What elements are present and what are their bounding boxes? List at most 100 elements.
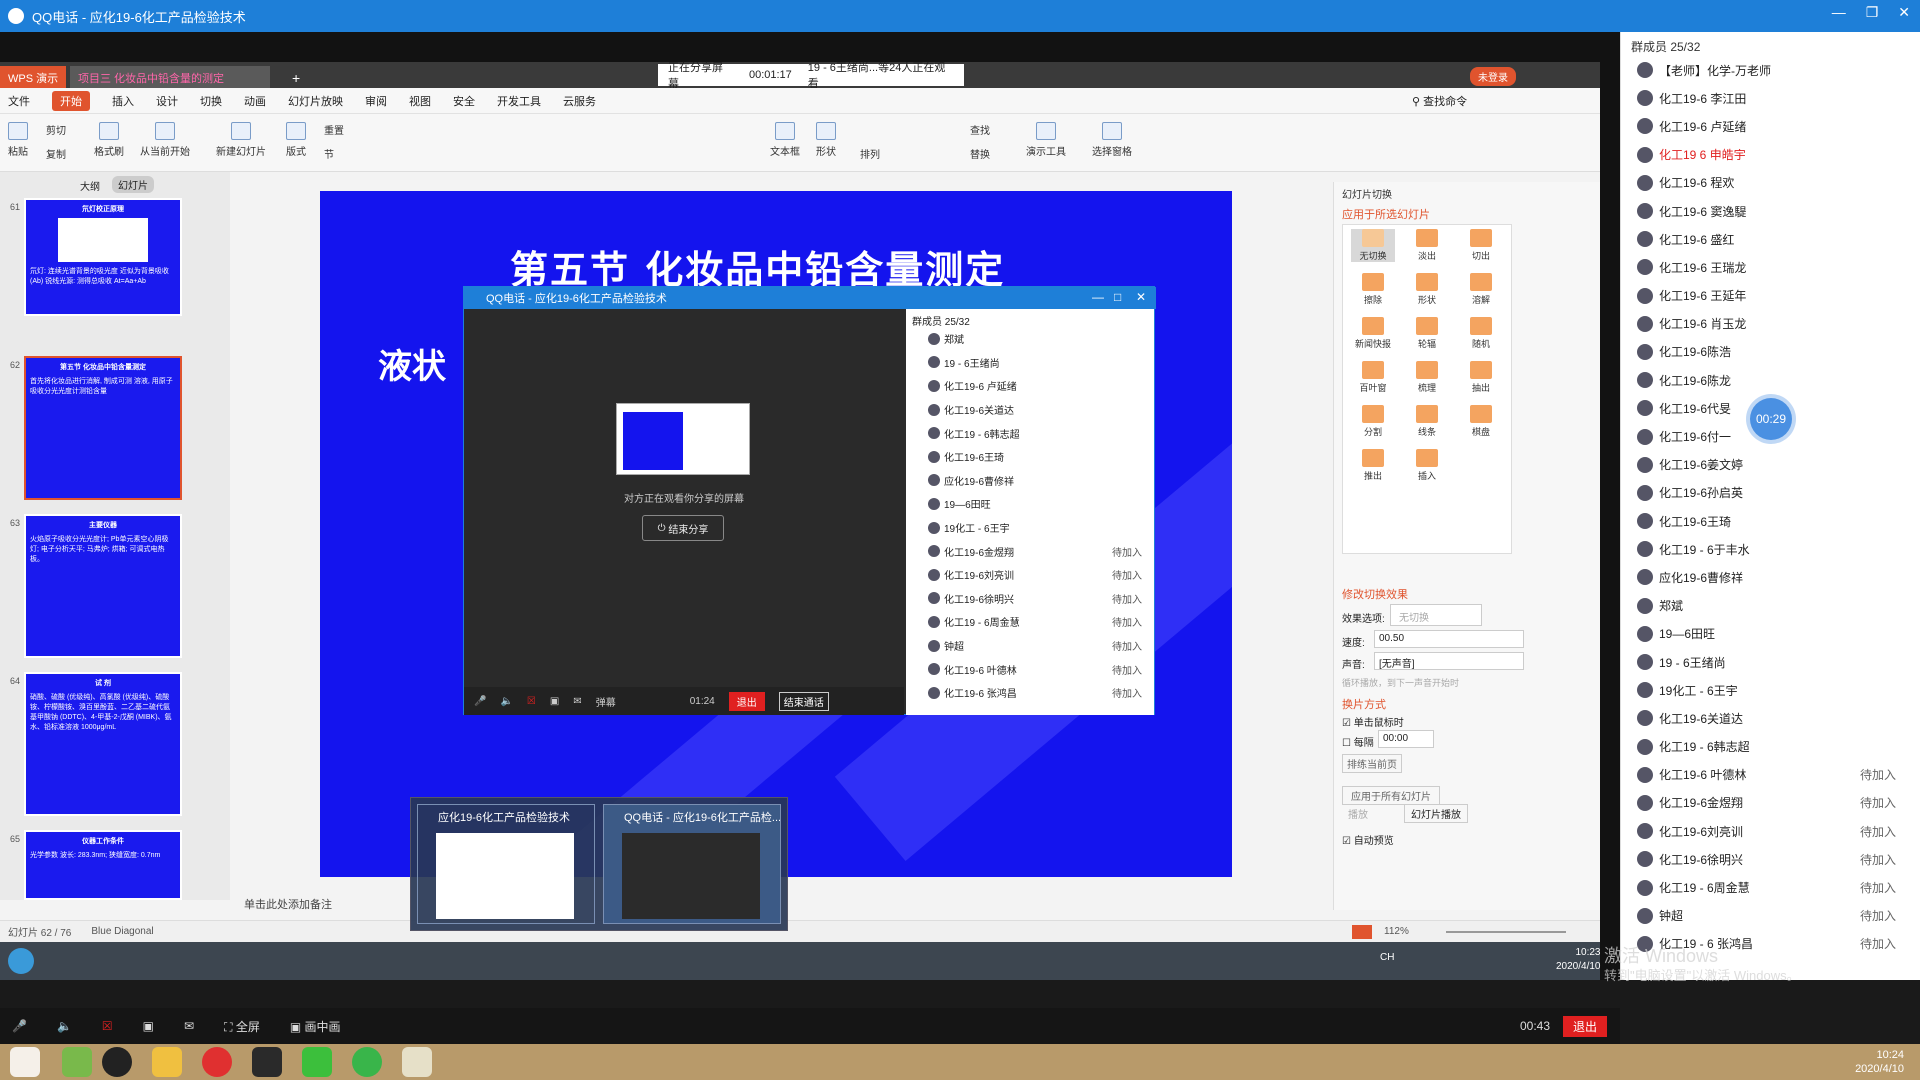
screen-share-icon[interactable]: ▣ [550,696,559,707]
popup-maximize-icon[interactable]: □ [1114,290,1121,304]
presentation-tools-button[interactable]: 演示工具 [1026,122,1066,158]
copy-button[interactable]: 复制 [46,146,66,161]
member-row[interactable]: 应化19-6曹修祥 [1621,563,1920,591]
popup-member-row[interactable]: 钟超 待加入 [906,634,1154,658]
menu-review[interactable]: 审阅 [365,93,387,109]
sound-select[interactable]: [无声音] [1374,652,1524,670]
transition-blinds[interactable]: 百叶窗 [1351,361,1395,394]
member-row[interactable]: 化工19-6徐明兴 待加入 [1621,845,1920,873]
mic-muted-icon[interactable]: 🎤 [12,1019,27,1033]
exit-call-button[interactable]: 退出 [1563,1016,1608,1037]
member-row[interactable]: 钟超 待加入 [1621,902,1920,930]
mic-icon[interactable]: 🎤 [474,696,486,707]
popup-member-row[interactable]: 化工19 - 6周金慧 待加入 [906,610,1154,634]
menu-view[interactable]: 视图 [409,93,431,109]
loop-checkbox-label[interactable]: 循环播放，到下一声音开始时 [1342,676,1459,689]
transition-lines[interactable]: 线条 [1405,405,1449,438]
transition-wipe[interactable]: 擦除 [1351,273,1395,306]
speaker-icon[interactable]: 🔈 [57,1019,72,1033]
popup-member-row[interactable]: 化工19-6金煜翔 待加入 [906,539,1154,563]
popup-member-row[interactable]: 应化19-6曹修祥 [906,469,1154,493]
popup-member-row[interactable]: 化工19-6刘亮训 待加入 [906,563,1154,587]
member-row[interactable]: 化工19-6金煜翔 待加入 [1621,789,1920,817]
menu-transition[interactable]: 切换 [200,93,222,109]
transition-none[interactable]: 无切换 [1351,229,1395,262]
browser-icon[interactable] [252,1047,282,1077]
classroom-icon[interactable] [402,1047,432,1077]
member-row[interactable]: 化工19-6 王延年 [1621,282,1920,310]
member-row[interactable]: 化工19-6 盛红 [1621,225,1920,253]
arrange-button[interactable]: 排列 [860,146,880,161]
find-button[interactable]: 查找 [970,122,990,137]
slideshow-button[interactable]: 幻灯片播放 [1404,804,1468,823]
member-row[interactable]: 19化工 - 6王宇 [1621,676,1920,704]
popup-exit-button[interactable]: 退出 [728,691,765,711]
danmu-toggle[interactable]: 弹幕 [596,694,616,709]
member-row[interactable]: 化工19-6陈龙 [1621,366,1920,394]
popup-member-row[interactable]: 化工19-6 叶德林 待加入 [906,657,1154,681]
member-row[interactable]: 化工19-6孙启英 [1621,479,1920,507]
file-explorer-icon[interactable] [152,1047,182,1077]
transition-cut[interactable]: 切出 [1459,229,1503,262]
member-row[interactable]: 【老师】化学-万老师 [1621,56,1920,84]
from-current-button[interactable]: 从当前开始 [140,122,190,158]
fullscreen-button[interactable]: ⛶ 全屏 [224,1018,260,1035]
member-row[interactable]: 19 - 6王绪尚 [1621,648,1920,676]
member-row[interactable]: 化工19-6 卢延绪 [1621,112,1920,140]
effect-options-select[interactable]: 无切换 [1390,604,1482,626]
member-row[interactable]: 化工19-6王琦 [1621,507,1920,535]
popup-member-row[interactable]: 化工19-6关道达 [906,398,1154,422]
slide-thumbnail[interactable]: 氘灯校正原理 氘灯: 连续光谱背景的吸光度 近似为背景吸收 (Ab) 锐线光源:… [24,198,182,316]
play-slideshow-icon[interactable] [1352,924,1372,939]
chat-icon[interactable]: ✉ [573,696,581,707]
menu-slideshow[interactable]: 幻灯片放映 [288,93,343,109]
slide-thumbnail-selected[interactable]: 第五节 化妆品中铅含量测定 首先将化妆品进行消解, 制成可测 溶液, 用原子吸收… [24,356,182,500]
menu-insert[interactable]: 插入 [112,93,134,109]
tab-outline[interactable]: 大纲 [80,178,100,193]
app-icon[interactable] [62,1047,92,1077]
popup-member-row[interactable]: 化工19-6王琦 [906,445,1154,469]
zoom-slider[interactable] [1446,931,1566,933]
member-row[interactable]: 化工19 6 申皓宇 [1621,141,1920,169]
chat-icon[interactable]: ✉ [184,1019,194,1033]
restore-icon[interactable]: ❐ [1866,4,1879,21]
camera-off-icon[interactable]: ☒ [527,696,536,707]
paste-button[interactable]: 粘贴 [8,122,28,158]
popup-member-row[interactable]: 19 - 6王绪尚 [906,351,1154,375]
cut-button[interactable]: 剪切 [46,122,66,137]
pip-button[interactable]: ▣ 画中画 [290,1018,341,1035]
menu-developer[interactable]: 开发工具 [497,93,541,109]
member-row[interactable]: 19—6田旺 [1621,620,1920,648]
tab-document[interactable]: 项目三 化妆品中铅含量的测定 [70,66,270,88]
popup-member-row[interactable]: 19化工 - 6王宇 [906,516,1154,540]
replace-button[interactable]: 替换 [970,146,990,161]
every-checkbox[interactable]: ☐ 每隔 [1342,734,1374,749]
member-row[interactable]: 化工19 - 6韩志超 [1621,733,1920,761]
member-row[interactable]: 化工19-6刘亮训 待加入 [1621,817,1920,845]
call-time-bubble[interactable]: 00:29 [1750,398,1792,440]
preview-qq-window[interactable]: QQ电话 - 应化19-6化工产品检... [603,804,781,924]
notes-placeholder[interactable]: 单击此处添加备注 [244,896,332,912]
popup-minimize-icon[interactable]: — [1092,290,1104,304]
new-tab-icon[interactable]: + [284,66,308,88]
textbox-button[interactable]: 文本框 [770,122,800,158]
end-share-button[interactable]: ⏻ 结束分享 [642,515,724,541]
on-click-checkbox[interactable]: ☑ 单击鼠标时 [1342,714,1404,729]
slide-thumbnail[interactable]: 试 剂 硝酸、硫酸 (优级纯)、高氯酸 (优级纯)、硫酸铵、柠檬酸铵、溴百里酚蓝… [24,672,182,816]
speed-input[interactable]: 00.50 [1374,630,1524,648]
iqiyi-icon[interactable] [302,1047,332,1077]
preview-wps-window[interactable]: 应化19-6化工产品检验技术 [417,804,595,924]
popup-member-row[interactable]: 郑斌 [906,327,1154,351]
shape-button[interactable]: 形状 [816,122,836,158]
menu-home[interactable]: 开始 [52,90,90,111]
transition-push[interactable]: 推出 [1351,449,1395,482]
menu-cloud[interactable]: 云服务 [563,93,596,109]
member-row[interactable]: 化工19-6 叶德林 待加入 [1621,761,1920,789]
transition-split[interactable]: 分割 [1351,405,1395,438]
member-row[interactable]: 化工19-6姜文婷 [1621,451,1920,479]
search-command[interactable]: ⚲ 查找命令 [1412,93,1467,109]
qq-icon[interactable] [102,1047,132,1077]
play-button[interactable]: 播放 [1348,806,1368,821]
transition-dissolve[interactable]: 溶解 [1459,273,1503,306]
member-row[interactable]: 化工19-6 王瑞龙 [1621,253,1920,281]
